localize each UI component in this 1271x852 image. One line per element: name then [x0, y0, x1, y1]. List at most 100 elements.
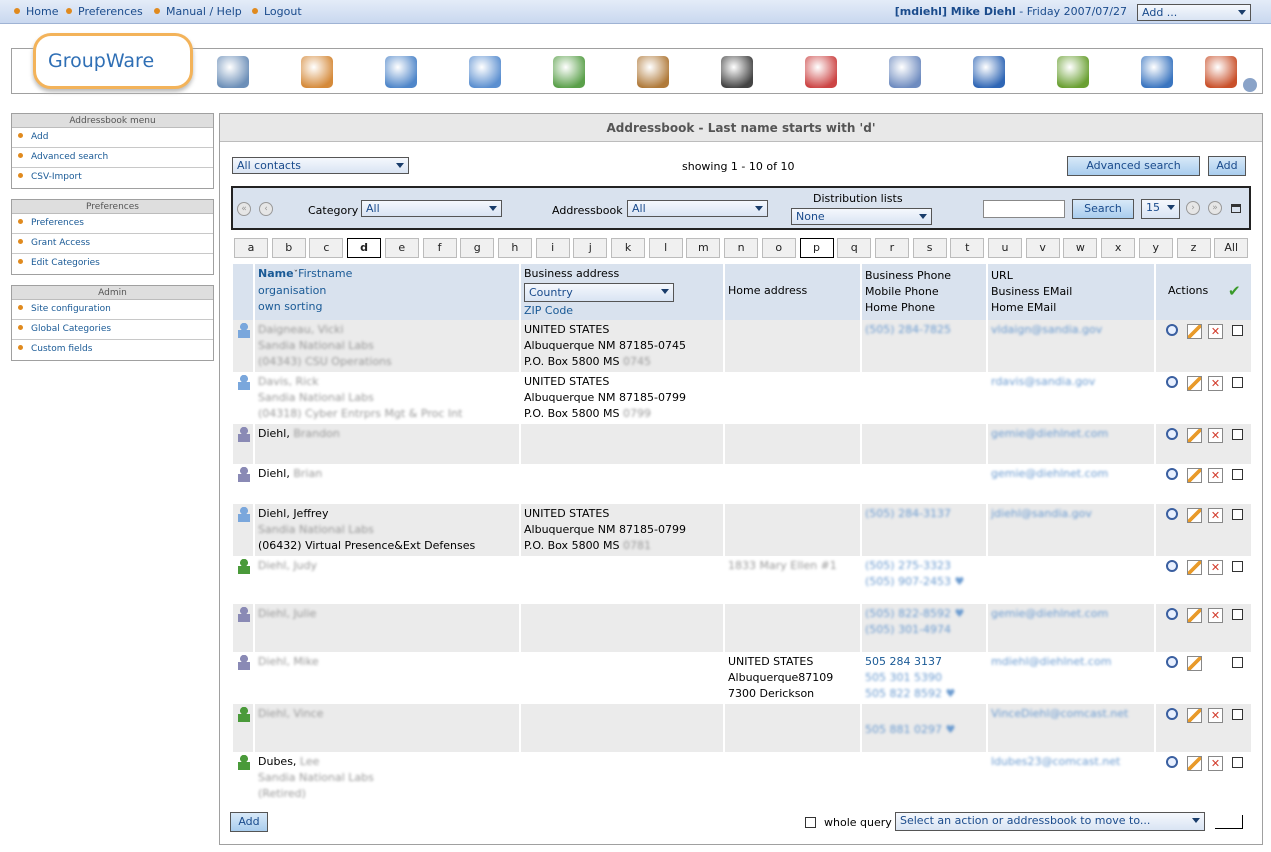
knowledgebase-app-icon[interactable] [1141, 56, 1173, 88]
country-select[interactable]: Country [524, 283, 674, 302]
whole-query-checkbox[interactable] [805, 817, 816, 828]
contact-name[interactable]: Dubes, Lee [258, 754, 516, 770]
letter-b[interactable]: b [271, 238, 306, 258]
sort-by-zip[interactable]: ZIP Code [524, 304, 573, 317]
action-select[interactable]: Select an action or addressbook to move … [895, 812, 1205, 831]
view-icon[interactable] [1166, 428, 1178, 440]
delete-icon[interactable]: ✕ [1208, 608, 1223, 623]
view-icon[interactable] [1166, 324, 1178, 336]
addressbook-app-icon[interactable] [553, 56, 585, 88]
sidebar-item-add[interactable]: Add [12, 128, 213, 148]
letter-f[interactable]: f [422, 238, 457, 258]
arrow-down-icon[interactable] [1243, 78, 1257, 92]
infolog-app-icon[interactable] [637, 56, 669, 88]
edit-icon[interactable] [1187, 656, 1202, 671]
letter-i[interactable]: i [535, 238, 570, 258]
sidebar-item-global-categories[interactable]: Global Categories [12, 320, 213, 340]
sidebar-item-site-configuration[interactable]: Site configuration [12, 300, 213, 320]
delete-icon[interactable]: ✕ [1208, 324, 1223, 339]
contact-name[interactable]: Diehl, Brian [258, 466, 516, 482]
letter-e[interactable]: e [384, 238, 419, 258]
letter-r[interactable]: r [874, 238, 909, 258]
view-icon[interactable] [1166, 376, 1178, 388]
search-input[interactable] [983, 200, 1065, 218]
first-page-icon[interactable]: « [237, 202, 251, 216]
view-icon[interactable] [1166, 508, 1178, 520]
email-app-icon[interactable] [385, 56, 417, 88]
letter-l[interactable]: l [648, 238, 683, 258]
view-icon[interactable] [1166, 608, 1178, 620]
home-app-icon[interactable] [301, 56, 333, 88]
tracker-app-icon[interactable] [805, 56, 837, 88]
row-checkbox[interactable] [1232, 469, 1243, 480]
page-size-select[interactable]: 15 [1141, 199, 1180, 219]
own-sorting-link[interactable]: own sorting [258, 300, 323, 313]
edit-icon[interactable] [1187, 324, 1202, 339]
letter-u[interactable]: u [988, 238, 1022, 258]
edit-icon[interactable] [1187, 508, 1202, 523]
last-page-icon[interactable]: » [1208, 201, 1222, 215]
home-link[interactable]: Home [14, 5, 58, 18]
edit-icon[interactable] [1187, 756, 1202, 771]
row-checkbox[interactable] [1232, 377, 1243, 388]
letter-h[interactable]: h [497, 238, 532, 258]
sidebar-item-grant-access[interactable]: Grant Access [12, 234, 213, 254]
contact-name[interactable]: Diehl, Brandon [258, 426, 516, 442]
distribution-list-select[interactable]: None [791, 208, 932, 225]
letter-z[interactable]: z [1176, 238, 1211, 258]
delete-icon[interactable]: ✕ [1208, 428, 1223, 443]
sort-by-firstname[interactable]: Firstname [298, 267, 352, 280]
row-checkbox[interactable] [1232, 325, 1243, 336]
edit-icon[interactable] [1187, 428, 1202, 443]
view-icon[interactable] [1166, 708, 1178, 720]
sidebar-item-advanced-search[interactable]: Advanced search [12, 148, 213, 168]
letter-w[interactable]: w [1063, 238, 1098, 258]
edit-icon[interactable] [1187, 468, 1202, 483]
row-checkbox[interactable] [1232, 509, 1243, 520]
edit-icon[interactable] [1187, 708, 1202, 723]
prev-page-icon[interactable]: ‹ [259, 202, 273, 216]
letter-v[interactable]: v [1025, 238, 1060, 258]
letter-a[interactable]: a [234, 238, 268, 258]
view-icon[interactable] [1166, 560, 1178, 572]
category-select[interactable]: All [361, 200, 502, 217]
delete-icon[interactable]: ✕ [1208, 560, 1223, 575]
row-checkbox[interactable] [1232, 429, 1243, 440]
preferences-link[interactable]: Preferences [66, 5, 143, 18]
sidebar-item-csv-import[interactable]: CSV-Import [12, 168, 213, 188]
letter-y[interactable]: y [1138, 238, 1173, 258]
letter-j[interactable]: j [573, 238, 608, 258]
delete-icon[interactable]: ✕ [1208, 508, 1223, 523]
projectmanager-app-icon[interactable] [721, 56, 753, 88]
check-all-icon[interactable]: ✔ [1228, 282, 1241, 300]
calendar-app-icon[interactable] [469, 56, 501, 88]
row-checkbox[interactable] [1232, 609, 1243, 620]
add-select[interactable]: Add ... [1137, 4, 1251, 21]
logout-link[interactable]: Logout [252, 5, 302, 18]
row-checkbox[interactable] [1232, 757, 1243, 768]
footer-add-button[interactable]: Add [230, 812, 268, 832]
delete-icon[interactable]: ✕ [1208, 708, 1223, 723]
letter-o[interactable]: o [761, 238, 796, 258]
sidebar-item-custom-fields[interactable]: Custom fields [12, 340, 213, 360]
letter-all[interactable]: All [1214, 238, 1249, 258]
letter-m[interactable]: m [686, 238, 721, 258]
search-button[interactable]: Search [1072, 199, 1134, 219]
letter-x[interactable]: x [1101, 238, 1136, 258]
sitemgr-app-icon[interactable] [1057, 56, 1089, 88]
view-icon[interactable] [1166, 656, 1178, 668]
delete-icon[interactable]: ✕ [1208, 376, 1223, 391]
row-checkbox[interactable] [1232, 657, 1243, 668]
row-checkbox[interactable] [1232, 561, 1243, 572]
delete-icon[interactable]: ✕ [1208, 756, 1223, 771]
addressbook-select[interactable]: All [627, 200, 768, 217]
column-selection-icon[interactable] [1231, 204, 1241, 213]
letter-t[interactable]: t [950, 238, 985, 258]
letter-p[interactable]: p [799, 238, 834, 258]
edit-icon[interactable] [1187, 560, 1202, 575]
letter-q[interactable]: q [837, 238, 872, 258]
row-checkbox[interactable] [1232, 709, 1243, 720]
edit-icon[interactable] [1187, 608, 1202, 623]
view-icon[interactable] [1166, 756, 1178, 768]
delete-icon[interactable]: ✕ [1208, 468, 1223, 483]
